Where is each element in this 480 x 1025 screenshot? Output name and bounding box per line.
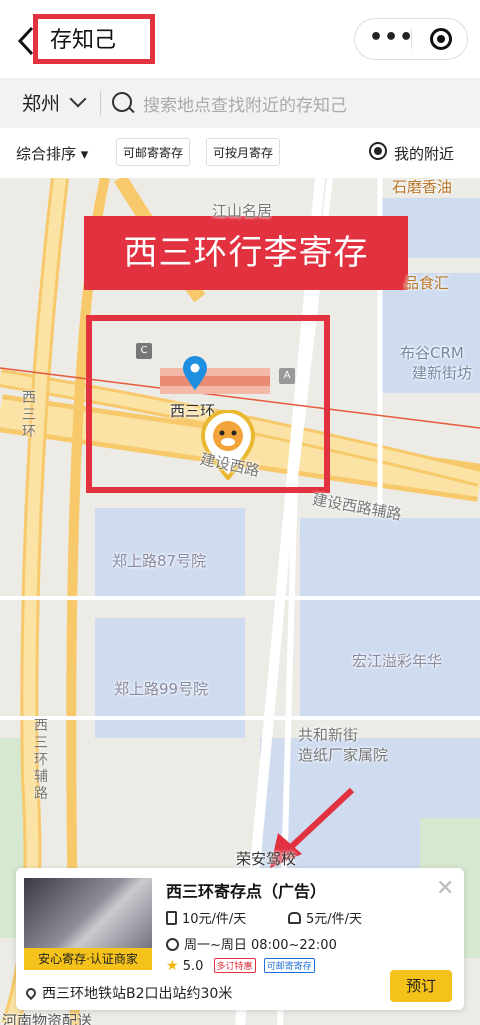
map-label: 河南物资配送 [2, 1012, 93, 1025]
luggage-icon [166, 911, 177, 925]
map-label: 建新街坊 [412, 364, 473, 382]
road-label-vertical: 西三环 [22, 390, 36, 440]
map-label: 宏江溢彩年华 [352, 652, 443, 670]
exit-c-marker[interactable]: C [136, 343, 152, 359]
rating-value: 5.0 [182, 959, 204, 974]
page-title: 存知己 [50, 28, 117, 53]
mail-tag: 可邮寄寄存 [263, 958, 315, 973]
book-button[interactable]: 预订 [390, 970, 452, 1002]
location-target-icon[interactable] [369, 142, 387, 160]
search-input[interactable]: 搜索地点查找附近的存知己 [143, 91, 347, 116]
map-label: 石磨香油 [392, 178, 453, 196]
hours-row: 周一~周日 08:00~22:00 [166, 934, 337, 953]
capsule-divider [411, 29, 412, 49]
price-row: 10元/件/天 [166, 908, 246, 927]
price-row-small: 5元/件/天 [288, 908, 362, 927]
location-pin-icon[interactable] [182, 356, 208, 392]
promo-tag: 多订特惠 [213, 958, 256, 973]
sort-dropdown[interactable]: 综合排序 ▾ [16, 143, 88, 164]
city-selector[interactable]: 郑州 [22, 89, 60, 116]
mini-program-capsule: ••• [354, 18, 468, 60]
close-mini-program-icon[interactable] [430, 28, 452, 50]
map-label: 荣安驾校 [236, 850, 297, 868]
map-label: 江山名居 [212, 202, 273, 220]
search-icon[interactable] [112, 92, 132, 112]
search-divider [100, 91, 101, 115]
exit-a-marker[interactable]: A [279, 368, 295, 384]
filter-chip-monthly[interactable]: 可按月寄存 [206, 138, 281, 166]
close-icon[interactable]: ✕ [436, 878, 454, 900]
rating-row: ★ 5.0 多订特惠 可邮寄寄存 [166, 958, 315, 974]
top-nav: 存知己 ••• [0, 0, 480, 78]
map-label: 郑上路99号院 [114, 680, 209, 698]
address-text: 西三环地铁站B2口出站约30米 [42, 986, 233, 1002]
storage-point-card[interactable]: 安心寄存·认证商家 西三环寄存点（广告） ✕ 10元/件/天 5元/件/天 周一… [16, 868, 464, 1010]
address-row: 西三环地铁站B2口出站约30米 [23, 983, 233, 1003]
map-label: 布谷CRM [400, 344, 464, 362]
star-icon: ★ [166, 958, 179, 974]
map-label: 造纸厂家属院 [298, 746, 389, 764]
price-small: 5元/件/天 [306, 912, 363, 927]
chevron-down-icon[interactable] [69, 90, 87, 108]
filter-chip-mail[interactable]: 可邮寄寄存 [116, 138, 191, 166]
map-label: 郑上路87号院 [112, 552, 207, 570]
map-label: 共和新街 [298, 726, 359, 744]
location-pin-icon [23, 985, 39, 1001]
store-title: 西三环寄存点（广告） [166, 882, 327, 901]
filter-bar: 综合排序 ▾ 可邮寄寄存 可按月寄存 我的附近 [0, 128, 480, 178]
price-large: 10元/件/天 [182, 912, 247, 927]
road-label-vertical: 西三环辅路 [34, 718, 48, 802]
bag-icon [288, 912, 301, 924]
promo-banner: 西三环行李寄存 [84, 216, 408, 290]
map-label: 品食汇 [404, 274, 450, 292]
more-icon[interactable]: ••• [369, 25, 414, 50]
opening-hours: 周一~周日 08:00~22:00 [184, 938, 337, 953]
clock-icon [166, 938, 179, 951]
nearby-button[interactable]: 我的附近 [394, 143, 454, 164]
search-bar: 郑州 搜索地点查找附近的存知己 [0, 78, 480, 128]
certified-merchant-caption: 安心寄存·认证商家 [24, 948, 152, 970]
